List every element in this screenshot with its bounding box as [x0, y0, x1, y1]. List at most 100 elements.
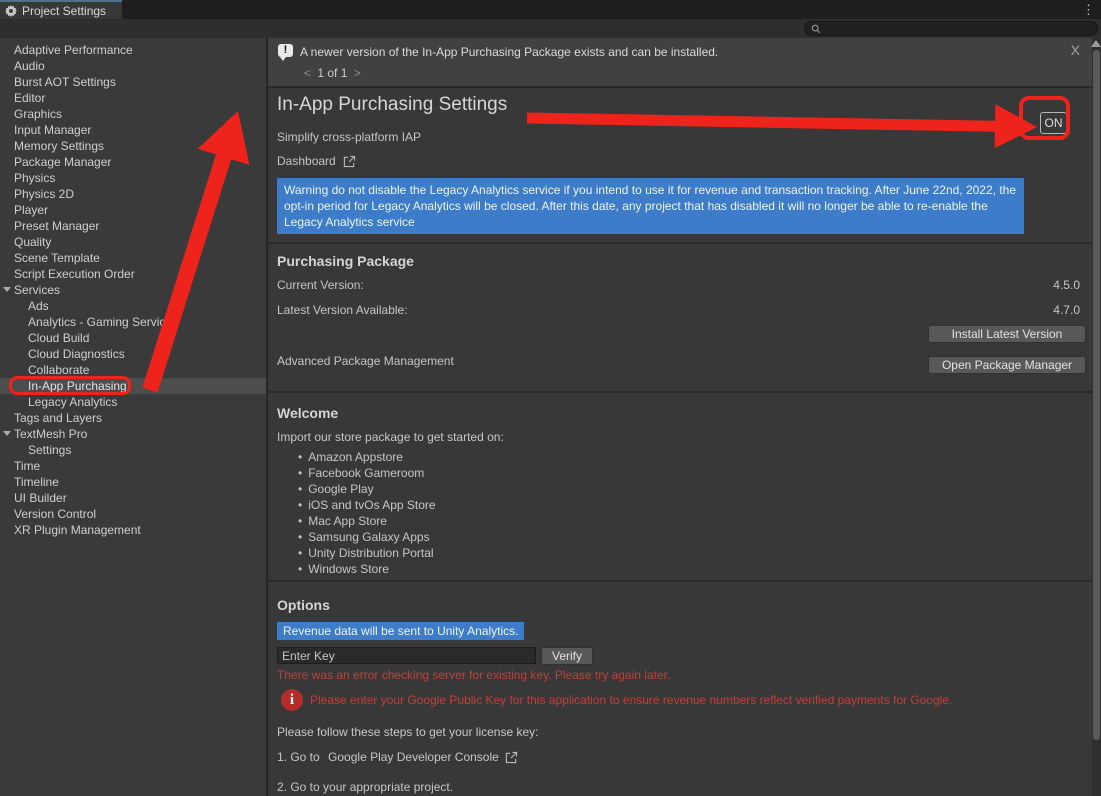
store-list: Amazon Appstore Facebook Gameroom Google… — [298, 449, 436, 577]
list-item: Facebook Gameroom — [298, 465, 436, 481]
external-link-icon — [505, 751, 518, 764]
google-key-warning-text: Please enter your Google Public Key for … — [310, 693, 952, 707]
sidebar-item-cloud-build[interactable]: Cloud Build — [0, 330, 266, 346]
list-item: Samsung Galaxy Apps — [298, 529, 436, 545]
sidebar-item-collaborate[interactable]: Collaborate — [0, 362, 266, 378]
sidebar-item-script-execution-order[interactable]: Script Execution Order — [0, 266, 266, 282]
search-box[interactable] — [804, 21, 1098, 36]
latest-version-value: 4.7.0 — [1053, 303, 1080, 317]
tab-title: Project Settings — [22, 4, 106, 18]
service-on-toggle[interactable]: ON — [1040, 112, 1067, 134]
expander-triangle-icon[interactable] — [3, 287, 11, 292]
external-link-icon — [343, 155, 356, 168]
list-item: Google Play — [298, 481, 436, 497]
purchasing-package-header: Purchasing Package — [277, 253, 414, 269]
sidebar-item-legacy-analytics[interactable]: Legacy Analytics — [0, 394, 266, 410]
sidebar-item-burst-aot-settings[interactable]: Burst AOT Settings — [0, 74, 266, 90]
sidebar-item-scene-template[interactable]: Scene Template — [0, 250, 266, 266]
vertical-scrollbar[interactable] — [1092, 38, 1101, 796]
in-app-purchasing-settings-panel: ! A newer version of the In-App Purchasi… — [268, 38, 1092, 796]
error-info-icon: i — [281, 689, 303, 711]
current-version-value: 4.5.0 — [1053, 278, 1080, 292]
sidebar-item-ads[interactable]: Ads — [0, 298, 266, 314]
current-version-label: Current Version: — [277, 278, 364, 292]
scrollbar-thumb[interactable] — [1093, 50, 1100, 740]
sidebar-item-cloud-diagnostics[interactable]: Cloud Diagnostics — [0, 346, 266, 362]
service-subtitle: Simplify cross-platform IAP — [277, 130, 421, 144]
sidebar-item-player[interactable]: Player — [0, 202, 266, 218]
list-item: Unity Distribution Portal — [298, 545, 436, 561]
options-header: Options — [277, 597, 330, 613]
sidebar-item-analytics-gaming-services[interactable]: Analytics - Gaming Services — [0, 314, 266, 330]
settings-category-list: Adaptive Performance Audio Burst AOT Set… — [0, 38, 266, 796]
sidebar-item-services[interactable]: Services — [0, 282, 266, 298]
section-divider — [268, 580, 1092, 582]
sidebar-item-label: Services — [14, 283, 60, 297]
tab-project-settings[interactable]: Project Settings — [0, 0, 122, 19]
notification-message: A newer version of the In-App Purchasing… — [300, 45, 718, 59]
page-title: In-App Purchasing Settings — [277, 94, 507, 116]
gear-icon — [5, 5, 17, 17]
advanced-package-management-label: Advanced Package Management — [277, 354, 454, 368]
sidebar-item-graphics[interactable]: Graphics — [0, 106, 266, 122]
open-package-manager-button[interactable]: Open Package Manager — [928, 356, 1086, 374]
dashboard-link[interactable]: Dashboard — [277, 154, 356, 168]
legacy-analytics-warning: Warning do not disable the Legacy Analyt… — [277, 178, 1024, 234]
google-play-console-link[interactable]: Google Play Developer Console — [328, 750, 518, 764]
title-bar: Project Settings ⋮ — [0, 0, 1101, 19]
search-icon — [811, 24, 821, 34]
list-item: Mac App Store — [298, 513, 436, 529]
key-check-error-text: There was an error checking server for e… — [277, 668, 670, 682]
sidebar-item-quality[interactable]: Quality — [0, 234, 266, 250]
sidebar-item-physics[interactable]: Physics — [0, 170, 266, 186]
list-item: Amazon Appstore — [298, 449, 436, 465]
sidebar-item-textmesh-settings[interactable]: Settings — [0, 442, 266, 458]
sidebar-item-adaptive-performance[interactable]: Adaptive Performance — [0, 42, 266, 58]
sidebar-item-time[interactable]: Time — [0, 458, 266, 474]
sidebar-item-physics-2d[interactable]: Physics 2D — [0, 186, 266, 202]
notification-bubble-icon: ! — [278, 44, 293, 57]
list-item: iOS and tvOs App Store — [298, 497, 436, 513]
search-input[interactable] — [825, 23, 1091, 35]
pager-prev-icon[interactable]: < — [301, 66, 314, 80]
notification-pager: < 1 of 1 > — [301, 66, 364, 80]
sidebar-item-ui-builder[interactable]: UI Builder — [0, 490, 266, 506]
sidebar-item-preset-manager[interactable]: Preset Manager — [0, 218, 266, 234]
section-divider — [268, 242, 1092, 244]
license-steps-intro: Please follow these steps to get your li… — [277, 725, 538, 739]
sidebar-item-textmesh-pro[interactable]: TextMesh Pro — [0, 426, 266, 442]
section-divider — [268, 391, 1092, 393]
sidebar-item-xr-plugin-management[interactable]: XR Plugin Management — [0, 522, 266, 538]
sidebar-item-editor[interactable]: Editor — [0, 90, 266, 106]
step-1-prefix: 1. Go to — [277, 750, 320, 764]
scroll-up-arrow-icon[interactable] — [1091, 40, 1101, 47]
step-2: 2. Go to your appropriate project. — [277, 780, 453, 794]
sidebar-item-audio[interactable]: Audio — [0, 58, 266, 74]
sidebar-item-label: TextMesh Pro — [14, 427, 87, 441]
verify-button[interactable]: Verify — [541, 647, 593, 665]
google-play-console-label: Google Play Developer Console — [328, 750, 499, 764]
kebab-menu-icon[interactable]: ⋮ — [1082, 0, 1095, 19]
pager-label: 1 of 1 — [317, 66, 347, 80]
latest-version-label: Latest Version Available: — [277, 303, 408, 317]
sidebar-item-in-app-purchasing[interactable]: In-App Purchasing — [0, 378, 266, 394]
list-item: Windows Store — [298, 561, 436, 577]
expander-triangle-icon[interactable] — [3, 431, 11, 436]
license-key-input[interactable] — [277, 647, 536, 664]
dashboard-label: Dashboard — [277, 154, 336, 168]
sidebar-item-timeline[interactable]: Timeline — [0, 474, 266, 490]
welcome-intro: Import our store package to get started … — [277, 430, 504, 444]
package-update-notification: ! A newer version of the In-App Purchasi… — [268, 38, 1092, 88]
analytics-notice-badge: Revenue data will be sent to Unity Analy… — [277, 622, 524, 640]
install-latest-version-button[interactable]: Install Latest Version — [928, 325, 1086, 343]
sidebar-item-version-control[interactable]: Version Control — [0, 506, 266, 522]
close-icon[interactable]: X — [1071, 42, 1080, 58]
pager-next-icon[interactable]: > — [351, 66, 364, 80]
welcome-header: Welcome — [277, 405, 338, 421]
step-1: 1. Go to Google Play Developer Console — [277, 750, 518, 764]
sidebar-item-tags-and-layers[interactable]: Tags and Layers — [0, 410, 266, 426]
toolbar — [0, 19, 1101, 38]
sidebar-item-memory-settings[interactable]: Memory Settings — [0, 138, 266, 154]
sidebar-item-package-manager[interactable]: Package Manager — [0, 154, 266, 170]
sidebar-item-input-manager[interactable]: Input Manager — [0, 122, 266, 138]
